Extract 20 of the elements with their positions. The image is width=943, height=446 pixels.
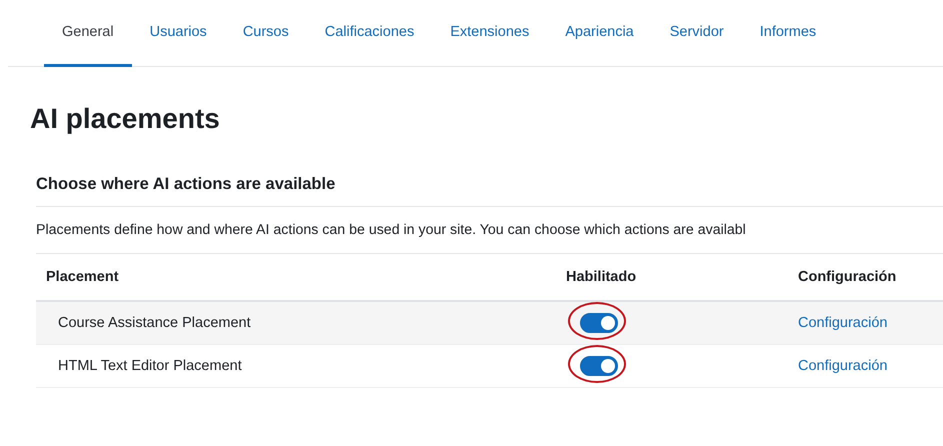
section-heading: Choose where AI actions are available — [36, 175, 336, 194]
enable-toggle[interactable] — [580, 356, 618, 376]
nav-tab[interactable]: Extensiones — [432, 0, 548, 67]
nav-tab[interactable]: General — [44, 0, 132, 67]
placement-name: Course Assistance Placement — [58, 315, 251, 331]
enable-toggle[interactable] — [580, 313, 618, 333]
section-description: Placements define how and where AI actions can be used in your site. You can choose which actions are availabl — [35, 221, 746, 240]
column-header: Placement — [46, 269, 119, 285]
nav-tab[interactable]: Apariencia — [547, 0, 652, 67]
nav-tab[interactable]: Calificaciones — [306, 0, 432, 67]
placement-name: HTML Text Editor Placement — [58, 358, 242, 374]
nav-tab[interactable]: Usuarios — [132, 0, 225, 67]
nav-tab[interactable]: Cursos — [224, 0, 307, 67]
nav-tab[interactable]: Servidor — [652, 0, 742, 67]
settings-link[interactable]: Configuración — [798, 358, 888, 374]
settings-link[interactable]: Configuración — [798, 315, 888, 331]
column-header: Habilitado — [566, 269, 636, 285]
nav-tab[interactable]: Informes — [742, 0, 834, 67]
column-header: Configuración — [798, 269, 896, 285]
page-title: AI placements — [30, 103, 220, 135]
